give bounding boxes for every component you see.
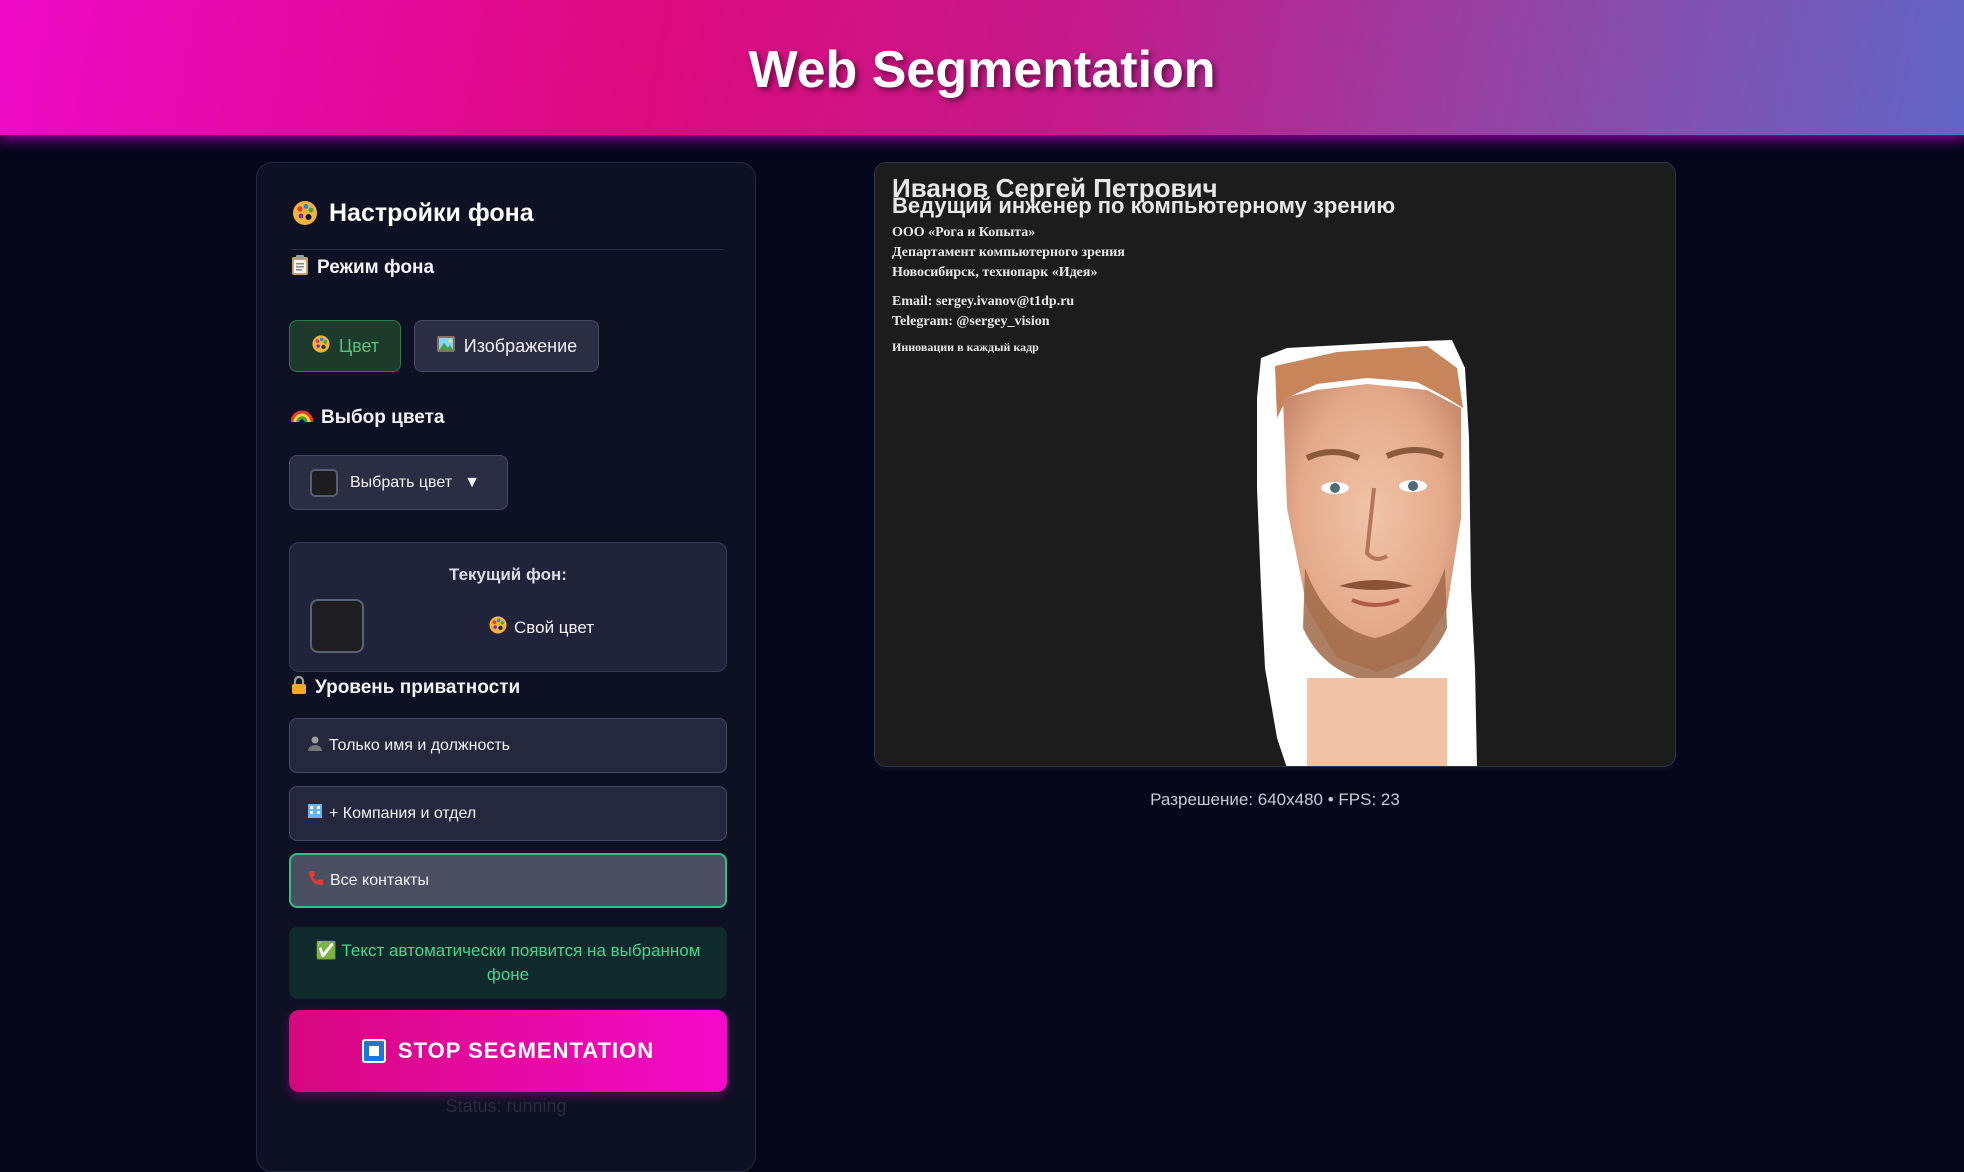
overlay-telegram: Telegram: @sergey_vision [892,314,1050,329]
panel-title-text: Настройки фона [329,199,534,227]
color-select-label: Выбор цвета [290,407,444,429]
phone-icon [308,870,324,891]
bg-mode-label: Режим фона [291,254,434,282]
info-message: ✅ Текст автоматически появится на выбран… [289,927,727,999]
privacy-option-name-only[interactable]: Только имя и должность [289,718,727,773]
clipboard-icon [291,254,309,282]
app-header: Web Segmentation [0,0,1964,135]
overlay-company: ООО «Рога и Копыта» [892,225,1036,240]
privacy-label: Уровень приватности [291,675,520,701]
color-picker-button[interactable]: Выбрать цвет ▼ [289,455,508,510]
color-swatch [310,468,338,497]
rainbow-icon [290,407,314,429]
current-bg-name: Свой цвет [488,615,594,640]
overlay-department: Департамент компьютерного зрения [892,245,1125,260]
app-title: Web Segmentation [748,40,1216,99]
video-preview: Иванов Сергей Петрович Ведущий инженер п… [874,162,1676,767]
bg-mode-color-button[interactable]: Цвет [289,320,401,372]
person-icon [307,735,323,756]
current-bg-title: Текущий фон: [449,565,567,584]
current-bg-swatch [310,599,364,653]
lock-icon [291,675,307,701]
palette-icon [291,199,319,227]
overlay-role: Ведущий инженер по компьютерному зрению [892,193,1396,218]
palette-icon [488,615,508,640]
panel-title: Настройки фона [291,199,723,250]
chevron-down-icon: ▼ [464,473,480,491]
video-caption: Разрешение: 640x480 • FPS: 23 [1150,790,1400,809]
settings-panel: Настройки фона Режим фона Цвет Изображен… [256,162,756,1172]
stop-segmentation-button[interactable]: STOP SEGMENTATION [289,1010,727,1092]
picture-icon [436,335,456,358]
privacy-option-company[interactable]: + Компания и отдел [289,786,727,841]
building-icon [307,803,323,824]
overlay-slogan: Инновации в каждый кадр [892,340,1039,354]
status-text: Status: running [445,1096,567,1116]
current-background-box: Текущий фон: Свой цвет [289,542,727,672]
overlay-location: Новосибирск, технопарк «Идея» [892,265,1098,280]
privacy-option-all-contacts[interactable]: Все контакты [289,853,727,908]
bg-mode-image-button[interactable]: Изображение [414,320,599,372]
segmented-person-image [1247,338,1507,766]
palette-icon [311,334,331,359]
overlay-email: Email: sergey.ivanov@t1dp.ru [892,294,1075,309]
stop-icon [361,1039,386,1063]
